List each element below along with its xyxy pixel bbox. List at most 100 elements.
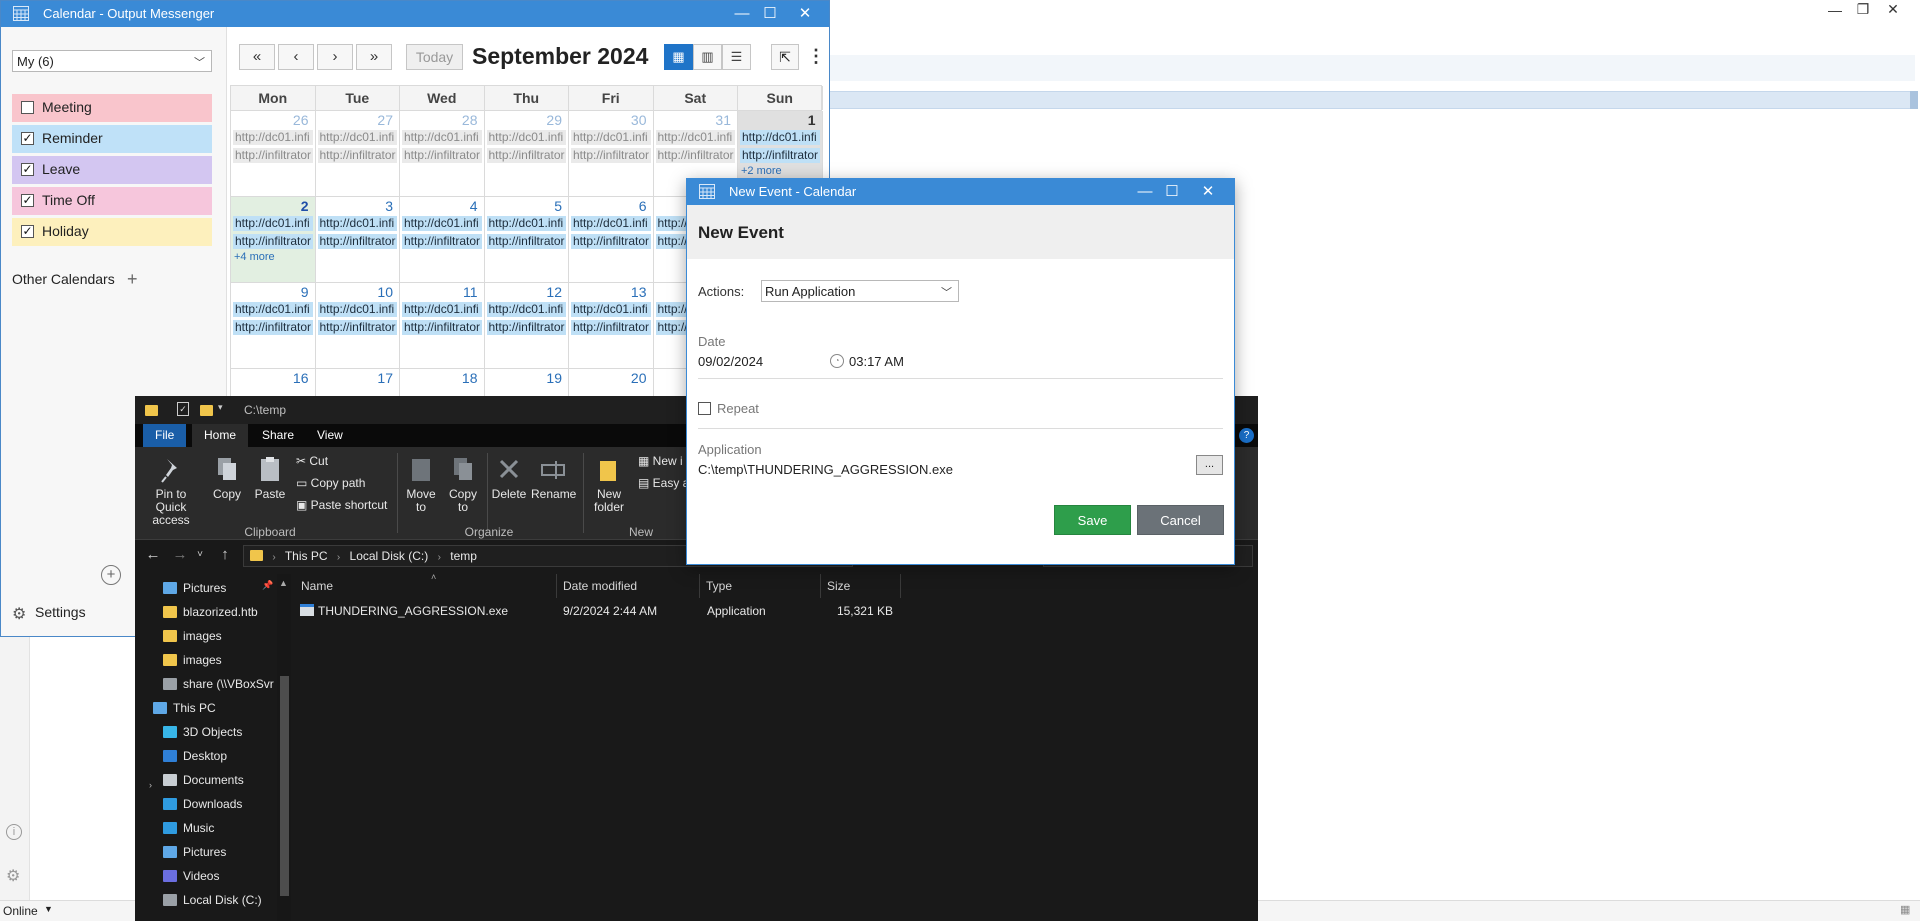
new-folder-button[interactable]: New folder [587,455,631,514]
day-number[interactable]: 18 [462,370,478,386]
chevron-right-icon[interactable]: › [149,780,152,790]
gear-icon[interactable]: ⚙ [6,866,20,886]
calendar-event[interactable]: http://infiltrator [571,148,651,163]
day-number[interactable]: 20 [631,370,647,386]
day-number[interactable]: 26 [293,112,309,128]
copy-path-button[interactable]: ▭ Copy path [296,473,365,493]
calendar-event[interactable]: http://infiltrator [486,320,566,335]
calendar-event[interactable]: http://dc01.infi [486,302,566,317]
calendar-day-cell[interactable]: 6 http://dc01.infi http://infiltrator [569,197,654,282]
maximize-icon[interactable]: ☐ [752,1,788,27]
calendar-event[interactable]: http://dc01.infi [233,216,313,231]
status-text[interactable]: Online [3,904,38,918]
day-number[interactable]: 31 [715,112,731,128]
background-scrollbar[interactable] [1910,91,1918,109]
calendar-event[interactable]: http://dc01.infi [571,216,651,231]
calendar-titlebar[interactable]: Calendar - Output Messenger — ☐ ✕ [1,1,829,27]
day-number[interactable]: 30 [631,112,647,128]
close-icon[interactable]: ✕ [787,1,823,27]
day-number[interactable]: 16 [293,370,309,386]
date-field[interactable]: 09/02/2024 [698,354,763,369]
rename-button[interactable]: Rename [531,455,576,501]
maximize-icon[interactable]: ☐ [1154,179,1190,205]
calendar-day-cell[interactable]: 29 http://dc01.infi http://infiltrator [485,111,569,196]
column-header-date[interactable]: Date modified [557,574,700,598]
category-checkbox[interactable]: ✓ [21,225,34,238]
calendar-event[interactable]: http://dc01.infi [571,130,651,145]
actions-select[interactable]: Run Application ﹀ [761,280,959,302]
move-to-button[interactable]: Move to [401,455,441,514]
calendar-event[interactable]: http://infiltrator [317,148,397,163]
calendar-day-cell[interactable]: 28 http://dc01.infi http://infiltrator [400,111,485,196]
easy-access-button[interactable]: ▤ Easy a [638,473,689,493]
copy-to-button[interactable]: Copy to [443,455,483,514]
day-number[interactable]: 19 [546,370,562,386]
day-number[interactable]: 12 [546,284,562,300]
previous-month-button[interactable]: ‹ [278,44,314,70]
next-year-button[interactable]: » [356,44,392,70]
application-path-field[interactable]: C:\temp\THUNDERING_AGGRESSION.exe [698,462,953,477]
calendar-event[interactable]: http://dc01.infi [402,216,482,231]
category-item[interactable]: ✓ Leave [12,156,212,184]
calendar-day-cell[interactable]: 10 http://dc01.infi http://infiltrator [316,283,400,368]
calendar-day-cell[interactable]: 5 http://dc01.infi http://infiltrator [485,197,569,282]
copy-button[interactable]: Copy [207,455,247,501]
calendar-event[interactable]: http://infiltrator [571,320,651,335]
nav-item[interactable]: share (\\VBoxSvr [163,672,274,696]
calendar-day-cell[interactable]: 11 http://dc01.infi http://infiltrator [400,283,485,368]
calendar-event[interactable]: http://dc01.infi [317,302,397,317]
calendar-event[interactable]: http://infiltrator [317,320,397,335]
calendar-event[interactable]: http://dc01.infi [571,302,651,317]
nav-item[interactable]: This PC [153,696,216,720]
list-view-button[interactable]: ☰ [722,44,751,70]
day-number[interactable]: 6 [639,198,647,214]
scroll-up-icon[interactable]: ▲ [279,578,288,588]
day-number[interactable]: 2 [301,198,309,214]
column-header-type[interactable]: Type [700,574,821,598]
paste-shortcut-button[interactable]: ▣ Paste shortcut [296,495,387,515]
category-checkbox[interactable]: ✓ [21,132,34,145]
help-icon[interactable]: ? [1239,428,1254,443]
chevron-down-icon[interactable]: ▾ [218,402,223,413]
nav-item[interactable]: images [163,624,222,648]
pin-to-quick-access-button[interactable]: Pin to Quick access [139,455,203,527]
properties-icon[interactable]: ✓ [177,402,189,416]
day-number[interactable]: 4 [470,198,478,214]
calendar-event[interactable]: http://dc01.infi [655,130,735,145]
category-checkbox[interactable] [21,101,34,114]
calendar-event[interactable]: http://infiltrator [571,234,651,249]
category-checkbox[interactable]: ✓ [21,194,34,207]
back-arrow-icon[interactable]: ← [141,546,165,563]
category-checkbox[interactable]: ✓ [21,163,34,176]
calendar-event[interactable]: http://dc01.infi [402,130,482,145]
nav-item[interactable]: Desktop [163,744,227,768]
calendar-event[interactable]: http://infiltrator [402,148,482,163]
calendar-day-cell[interactable]: 3 http://dc01.infi http://infiltrator [316,197,400,282]
save-button[interactable]: Save [1054,505,1131,535]
nav-item[interactable]: images [163,648,222,672]
calendar-day-cell[interactable]: 9 http://dc01.infi http://infiltrator [231,283,316,368]
today-button[interactable]: Today [406,44,463,70]
info-icon[interactable]: i [6,824,22,840]
day-number[interactable]: 1 [808,112,816,128]
month-view-button[interactable]: ▦ [664,44,693,70]
day-number[interactable]: 29 [546,112,562,128]
calendar-day-cell[interactable]: 12 http://dc01.infi http://infiltrator [485,283,569,368]
more-events-link[interactable]: +2 more [741,165,822,177]
close-icon[interactable]: ✕ [1190,179,1226,205]
column-header-name[interactable]: Name [295,574,557,598]
new-folder-icon[interactable] [200,405,213,416]
calendar-day-cell[interactable]: 27 http://dc01.infi http://infiltrator [316,111,400,196]
nav-item[interactable]: Music [163,816,214,840]
new-item-button[interactable]: ▦ New i [638,451,683,471]
calendar-event[interactable]: http://dc01.infi [740,130,820,145]
calendar-event[interactable]: http://dc01.infi [486,130,566,145]
calendar-event[interactable]: http://infiltrator [233,320,313,335]
paste-button[interactable]: Paste [248,455,292,501]
next-month-button[interactable]: › [317,44,353,70]
category-item[interactable]: ✓ Time Off [12,187,212,215]
clock-icon[interactable]: ◔ [830,354,844,368]
cancel-button[interactable]: Cancel [1137,505,1224,535]
calendar-event[interactable]: http://dc01.infi [233,302,313,317]
restore-icon[interactable]: ❐ [1848,1,1878,17]
